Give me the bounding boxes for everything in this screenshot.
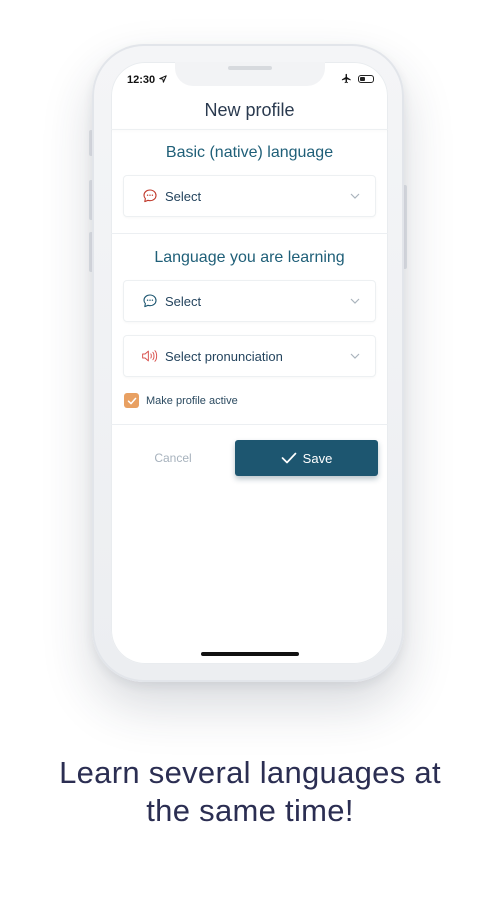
header-divider [111, 129, 388, 130]
airplane-icon [341, 73, 351, 84]
learning-language-heading: Language you are learning [154, 249, 345, 266]
chevron-down-icon [350, 353, 360, 359]
speaker-icon [141, 347, 159, 365]
native-language-select[interactable]: Select [123, 175, 376, 217]
make-profile-active-checkbox[interactable] [124, 393, 139, 408]
make-profile-active-row[interactable]: Make profile active [124, 393, 238, 408]
tagline-line-2: the same time! [146, 793, 354, 828]
phone-screen: 12:30 New profile Basic (native) languag… [111, 62, 388, 664]
cancel-button[interactable]: Cancel [131, 440, 215, 476]
learning-language-select[interactable]: Select [123, 280, 376, 322]
actions-divider [111, 424, 388, 425]
home-indicator[interactable] [201, 652, 299, 656]
phone-notch [175, 62, 325, 86]
save-button[interactable]: Save [235, 440, 378, 476]
status-icons [341, 73, 374, 84]
battery-icon [358, 74, 374, 83]
chat-bubble-icon [141, 187, 159, 205]
location-arrow-icon [159, 75, 167, 83]
tagline-line-1: Learn several languages at [59, 755, 441, 790]
status-time: 12:30 [127, 74, 167, 86]
make-profile-active-label: Make profile active [146, 394, 238, 407]
save-button-label: Save [302, 450, 333, 466]
status-time-text: 12:30 [127, 74, 156, 86]
checkmark-icon [281, 452, 297, 464]
native-language-select-label: Select [165, 188, 202, 204]
native-language-heading: Basic (native) language [165, 144, 334, 161]
pronunciation-select[interactable]: Select pronunciation [123, 335, 376, 377]
pronunciation-select-label: Select pronunciation [165, 348, 283, 364]
speaker-grille [228, 66, 272, 70]
page-title: New profile [204, 100, 295, 120]
checkmark-icon [127, 397, 136, 404]
tagline: Learn several languages at the same time… [0, 754, 500, 830]
chevron-down-icon [350, 193, 360, 199]
learning-language-select-label: Select [165, 293, 202, 309]
section-divider [111, 233, 388, 234]
chevron-down-icon [350, 298, 360, 304]
chat-bubble-icon [141, 292, 159, 310]
